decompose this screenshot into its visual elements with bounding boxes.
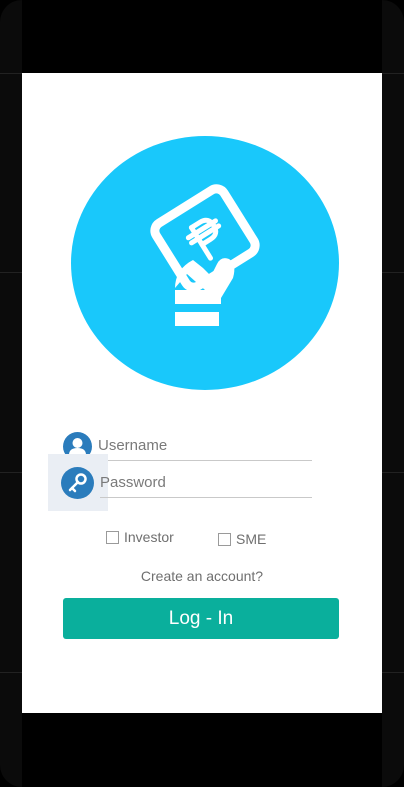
- hand-holding-peso-tablet-icon: [150, 184, 260, 326]
- sme-checkbox[interactable]: [218, 532, 231, 546]
- create-account-link[interactable]: Create an account?: [22, 568, 382, 584]
- password-field[interactable]: [100, 469, 312, 498]
- frame-line: [382, 672, 404, 673]
- frame-line: [382, 272, 404, 273]
- top-black-bar: [22, 0, 382, 73]
- frame-line: [0, 272, 22, 273]
- investor-option[interactable]: Investor: [106, 529, 174, 545]
- frame-line: [0, 672, 22, 673]
- sme-option[interactable]: SME: [218, 531, 266, 547]
- frame-line: [382, 472, 404, 473]
- frame-line: [382, 73, 404, 74]
- login-button[interactable]: Log - In: [63, 598, 339, 639]
- investor-checkbox[interactable]: [106, 530, 119, 544]
- username-field[interactable]: [98, 432, 312, 461]
- investor-label: Investor: [124, 529, 174, 545]
- login-screen: Investor SME Create an account? Log - In: [22, 73, 382, 713]
- device-frame: Investor SME Create an account? Log - In: [0, 0, 404, 787]
- username-input[interactable]: [98, 432, 312, 458]
- bottom-black-bar: [22, 713, 382, 787]
- key-icon: [61, 467, 94, 499]
- frame-line: [0, 472, 22, 473]
- password-input[interactable]: [100, 469, 312, 495]
- app-logo: [71, 136, 339, 390]
- frame-line: [0, 73, 22, 74]
- sme-label: SME: [236, 531, 267, 547]
